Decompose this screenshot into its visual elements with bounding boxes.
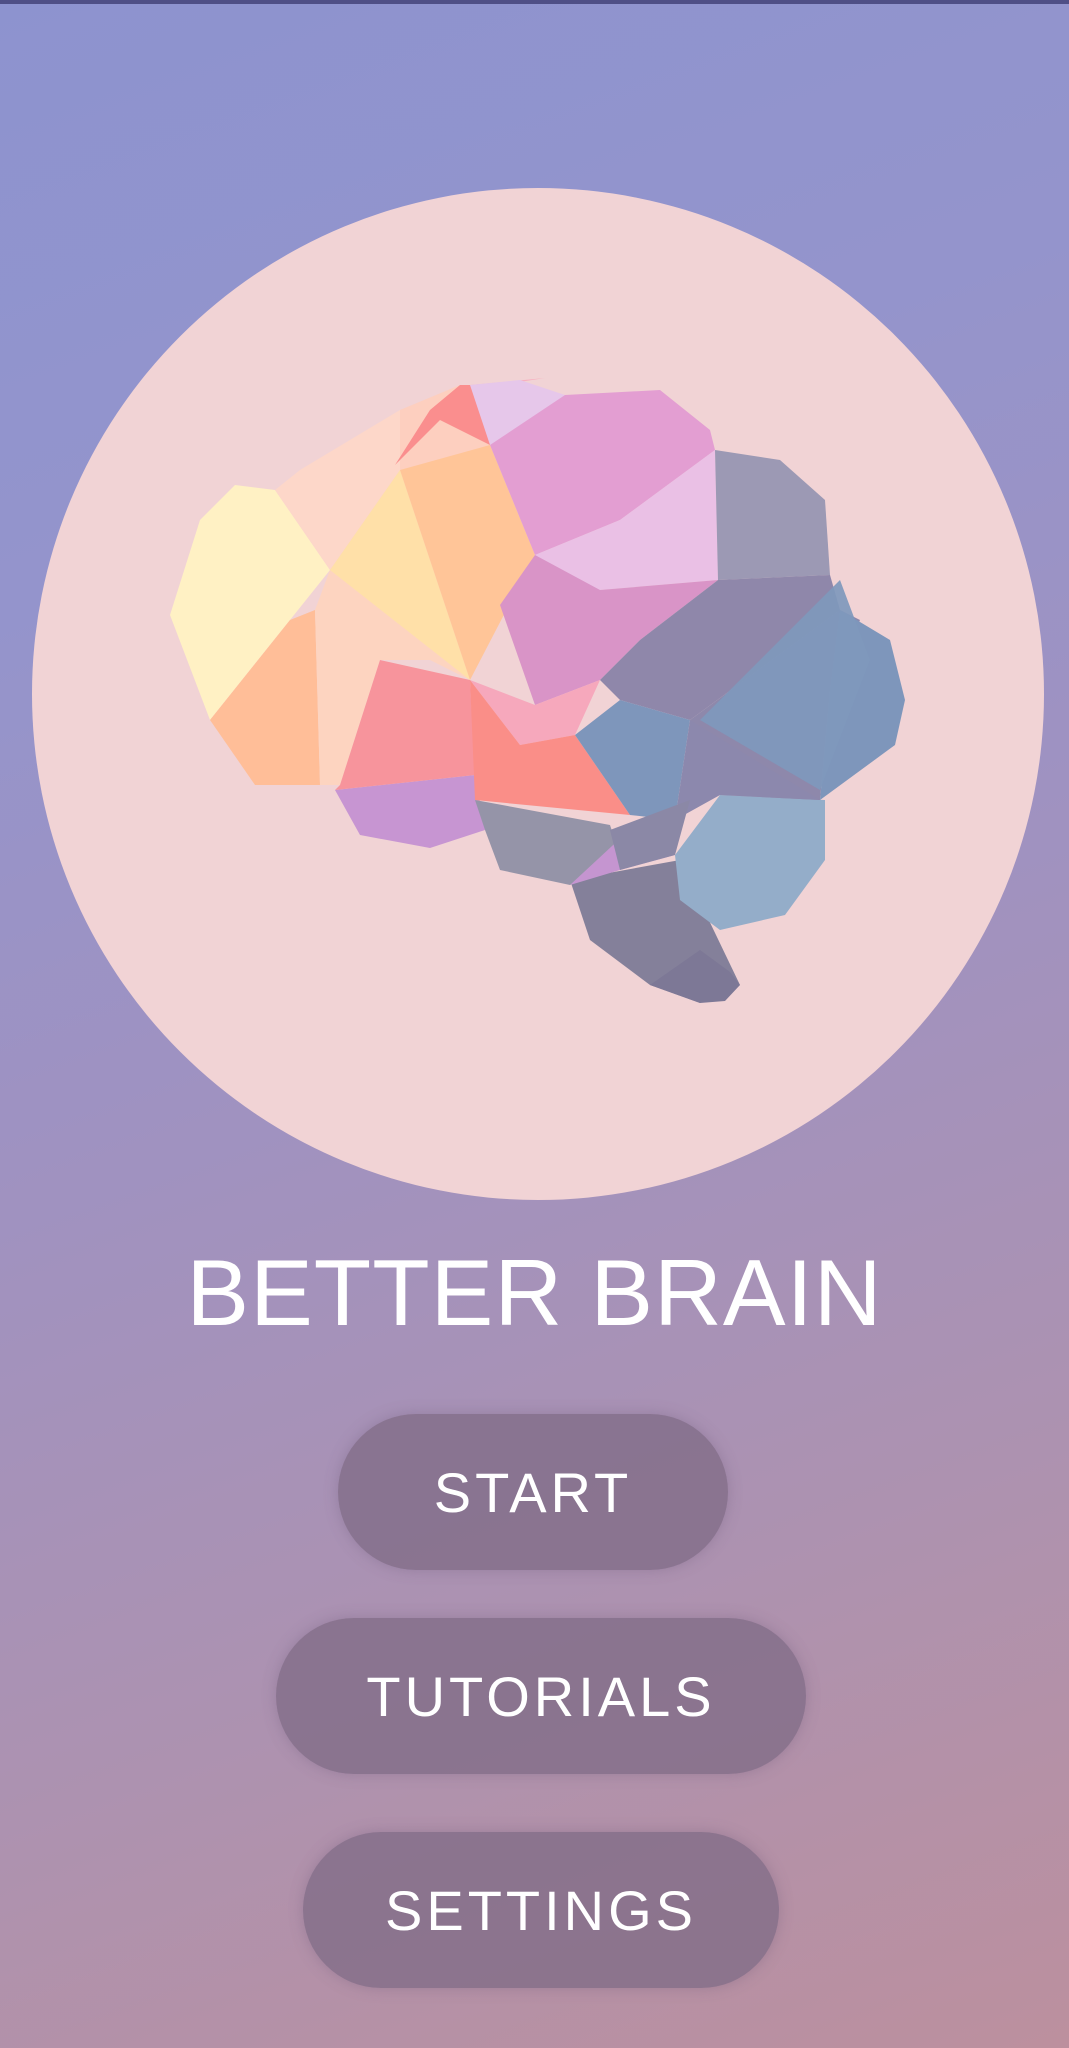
tutorials-button[interactable]: TUTORIALS bbox=[276, 1618, 806, 1774]
start-button[interactable]: START bbox=[338, 1414, 728, 1570]
brain-icon bbox=[170, 378, 905, 1003]
settings-button[interactable]: SETTINGS bbox=[303, 1832, 779, 1988]
app-title: BETTER BRAIN bbox=[186, 1240, 883, 1345]
